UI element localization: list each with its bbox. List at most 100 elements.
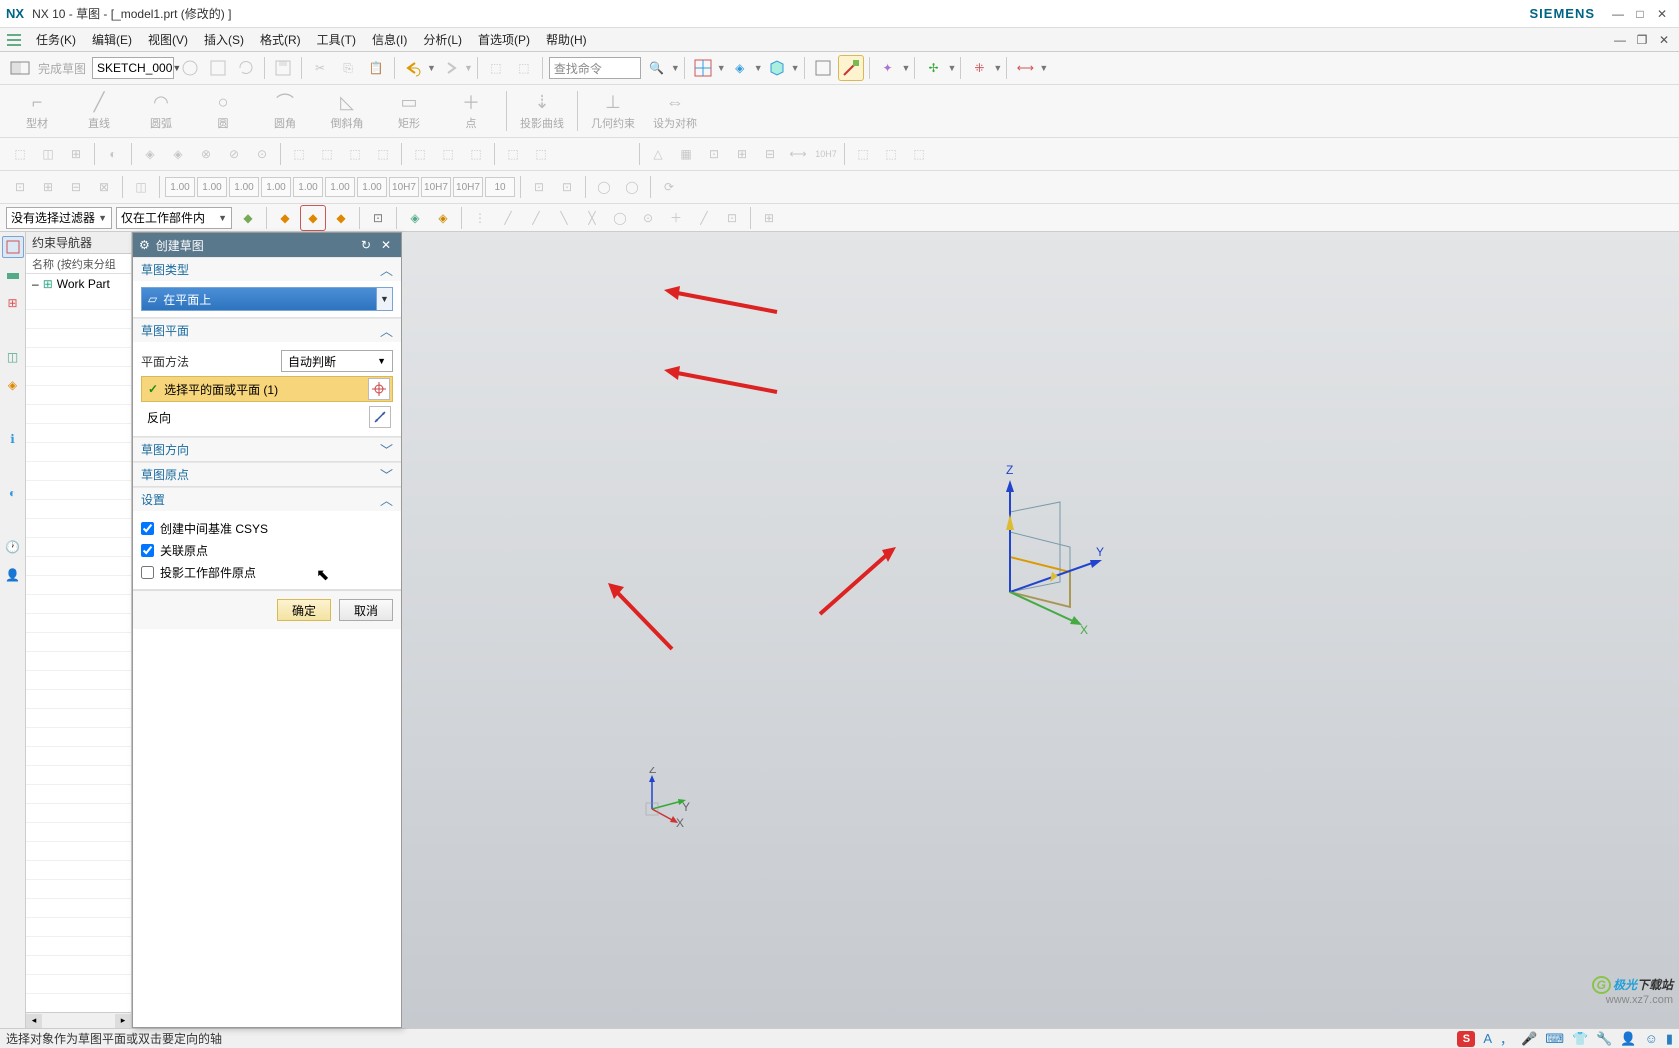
icon-12[interactable]: ⬚ — [342, 141, 368, 167]
icon-14[interactable]: ⬚ — [407, 141, 433, 167]
tool-b-icon[interactable]: ⬚ — [511, 55, 537, 81]
tool-project[interactable]: ⇣投影曲线 — [513, 88, 571, 134]
sketch-type-combo[interactable]: ▱ 在平面上 ▼ — [141, 287, 393, 311]
icon-18[interactable]: ⬚ — [528, 141, 554, 167]
section-sketch-orient-header[interactable]: 草图方向 ﹀ — [133, 437, 401, 461]
menu-tools[interactable]: 工具(T) — [309, 28, 364, 51]
tool-circle[interactable]: ○圆 — [194, 88, 252, 134]
tool-constraint[interactable]: ⊥几何约束 — [584, 88, 642, 134]
dim-9-icon[interactable]: ⬚ — [878, 141, 904, 167]
dimval-4[interactable]: 1.00 — [261, 177, 291, 197]
dim-7-icon[interactable]: 10H7 — [813, 141, 839, 167]
minimize-button[interactable]: — — [1609, 6, 1627, 22]
dimval-7[interactable]: 1.00 — [357, 177, 387, 197]
icon-10[interactable]: ⬚ — [286, 141, 312, 167]
menu-analysis[interactable]: 分析(L) — [415, 28, 470, 51]
sel-tool-2[interactable]: ◆ — [272, 205, 298, 231]
dim-3-icon[interactable]: ⊡ — [701, 141, 727, 167]
undo-dropdown-icon[interactable]: ▼ — [427, 63, 436, 73]
res-clock-icon[interactable]: 🕐 — [2, 536, 24, 558]
icon-8[interactable]: ⊘ — [221, 141, 247, 167]
icon-9[interactable]: ⊙ — [249, 141, 275, 167]
tool-reattach-icon[interactable] — [205, 55, 231, 81]
res-hd3d-icon[interactable]: ◈ — [2, 374, 24, 396]
icon-17[interactable]: ⬚ — [500, 141, 526, 167]
doc-close-button[interactable]: ✕ — [1655, 32, 1673, 48]
tree-expand-icon[interactable]: – — [32, 277, 39, 291]
dialog-reset-button[interactable]: ↻ — [357, 236, 375, 254]
dimtool-5[interactable]: ◫ — [128, 174, 154, 200]
tool-arc[interactable]: ◠圆弧 — [132, 88, 190, 134]
res-roles-icon[interactable]: 👤 — [2, 564, 24, 586]
dimval-3[interactable]: 1.00 — [229, 177, 259, 197]
snap-1-icon[interactable]: ⋮ — [467, 205, 493, 231]
section-sketch-type-header[interactable]: 草图类型 ︿ — [133, 257, 401, 281]
menu-help[interactable]: 帮助(H) — [538, 28, 595, 51]
dimval-10[interactable]: 10H7 — [453, 177, 483, 197]
status-char-icon[interactable]: A — [1483, 1031, 1492, 1046]
layer-dropdown-icon[interactable]: ▼ — [754, 63, 763, 73]
icon-13[interactable]: ⬚ — [370, 141, 396, 167]
snap-7-icon[interactable]: ⊙ — [635, 205, 661, 231]
icon-5[interactable]: ◈ — [137, 141, 163, 167]
sel-tool-1[interactable]: ◆ — [235, 205, 261, 231]
datum-dropdown-icon[interactable]: ▼ — [947, 63, 956, 73]
pattern-icon[interactable]: ⁜ — [966, 55, 992, 81]
cb-assoc-origin[interactable]: 关联原点 — [141, 539, 393, 561]
tool-chamfer[interactable]: ◺倒斜角 — [318, 88, 376, 134]
menu-edit[interactable]: 编辑(E) — [84, 28, 140, 51]
menu-insert[interactable]: 插入(S) — [196, 28, 252, 51]
dialog-titlebar[interactable]: ⚙ 创建草图 ↻ ✕ — [133, 233, 401, 257]
res-part-nav-icon[interactable] — [2, 264, 24, 286]
dimval-6[interactable]: 1.00 — [325, 177, 355, 197]
dimtool-10[interactable]: ⟳ — [656, 174, 682, 200]
status-tool-icon[interactable]: 🔧 — [1596, 1031, 1612, 1047]
status-mic-icon[interactable]: 🎤 — [1521, 1031, 1537, 1047]
menu-format[interactable]: 格式(R) — [252, 28, 309, 51]
measure-icon[interactable]: ⟷ — [1012, 55, 1038, 81]
sel-tool-6[interactable]: ◈ — [402, 205, 428, 231]
icon-1[interactable]: ⬚ — [7, 141, 33, 167]
close-button[interactable]: ✕ — [1653, 6, 1671, 22]
icon-4[interactable]: ◐ — [100, 141, 126, 167]
status-skin-icon[interactable]: 👕 — [1572, 1031, 1588, 1047]
status-bar-icon[interactable]: ▮ — [1666, 1031, 1673, 1047]
res-constraint-nav-icon[interactable] — [2, 236, 24, 258]
icon-7[interactable]: ⊗ — [193, 141, 219, 167]
scroll-left-icon[interactable]: ◂ — [26, 1014, 42, 1028]
finish-sketch-button[interactable] — [7, 55, 33, 81]
snap-9-icon[interactable]: ╱ — [691, 205, 717, 231]
icon-15[interactable]: ⬚ — [435, 141, 461, 167]
dim-2-icon[interactable]: ▦ — [673, 141, 699, 167]
dimval-8[interactable]: 10H7 — [389, 177, 419, 197]
icon-16[interactable]: ⬚ — [463, 141, 489, 167]
icon-11[interactable]: ⬚ — [314, 141, 340, 167]
section-sketch-origin-header[interactable]: 草图原点 ﹀ — [133, 462, 401, 486]
sel-tool-3[interactable]: ◆ — [300, 205, 326, 231]
selection-scope-combo[interactable]: 仅在工作部件内 ▼ — [116, 207, 232, 229]
tool-update-icon[interactable] — [233, 55, 259, 81]
maximize-button[interactable]: □ — [1631, 6, 1649, 22]
dimtool-6[interactable]: ⊡ — [526, 174, 552, 200]
layer-icon[interactable]: ◈ — [727, 55, 753, 81]
command-search[interactable]: 查找命令 — [549, 57, 641, 79]
dimtool-9[interactable]: ◯ — [619, 174, 645, 200]
dimval-1[interactable]: 1.00 — [165, 177, 195, 197]
dimtool-8[interactable]: ◯ — [591, 174, 617, 200]
status-user-icon[interactable]: 👤 — [1620, 1031, 1636, 1047]
redo-button[interactable] — [437, 55, 463, 81]
cb-project-origin[interactable]: 投影工作部件原点 — [141, 561, 393, 583]
cut-icon[interactable]: ✂ — [307, 55, 333, 81]
snap-3-icon[interactable]: ╱ — [523, 205, 549, 231]
dimval-11[interactable]: 10 — [485, 177, 515, 197]
menu-task[interactable]: 任务(K) — [28, 28, 84, 51]
wcs-dropdown-icon[interactable]: ▼ — [902, 63, 911, 73]
dimtool-7[interactable]: ⊡ — [554, 174, 580, 200]
clip-icon[interactable] — [810, 55, 836, 81]
render-dropdown-icon[interactable]: ▼ — [791, 63, 800, 73]
snap-2-icon[interactable]: ╱ — [495, 205, 521, 231]
dim-5-icon[interactable]: ⊟ — [757, 141, 783, 167]
select-plane-row[interactable]: ✓ 选择平的面或平面 (1) — [141, 376, 393, 402]
dimtool-2[interactable]: ⊞ — [35, 174, 61, 200]
graphics-viewport[interactable]: Z Y X Z Y X — [402, 232, 1679, 1028]
